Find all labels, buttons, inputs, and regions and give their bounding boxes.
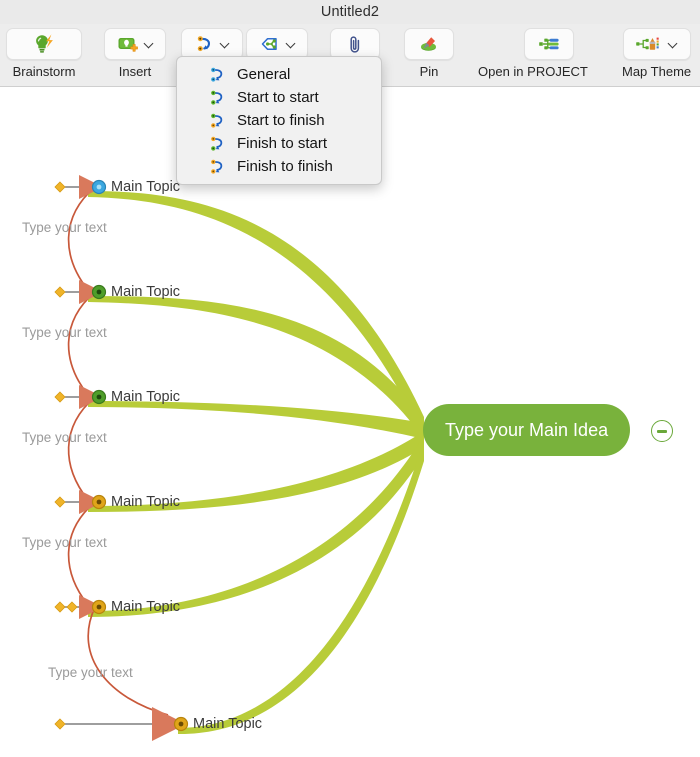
relationship-chevron-down-icon[interactable] bbox=[220, 39, 231, 50]
relationship-label-4[interactable]: Type your text bbox=[22, 535, 107, 550]
toolbar-item-map-theme: Map Theme bbox=[622, 28, 691, 79]
collapse-button[interactable] bbox=[651, 420, 673, 442]
relationship-curve-group bbox=[67, 186, 169, 716]
relationship-connector-group bbox=[54, 175, 186, 741]
relationship-start-to-finish-icon bbox=[207, 112, 227, 130]
relationship-type-menu: General Start to start Start to finish F… bbox=[176, 56, 382, 185]
toolbar-item-pin: Pin bbox=[404, 28, 454, 79]
pin-label: Pin bbox=[419, 64, 439, 79]
topic-node-3[interactable]: Main Topic bbox=[107, 387, 180, 407]
central-idea-label: Type your Main Idea bbox=[445, 419, 609, 440]
pin-icon bbox=[417, 32, 441, 56]
boundary-icon bbox=[258, 32, 282, 56]
brainstorm-button[interactable] bbox=[6, 28, 82, 60]
menu-item-label: General bbox=[237, 66, 291, 83]
menu-item-general[interactable]: General bbox=[177, 63, 381, 86]
topic-label: Main Topic bbox=[111, 284, 181, 300]
brainstorm-label: Brainstorm bbox=[12, 64, 76, 79]
toolbar-item-insert: Insert bbox=[104, 28, 166, 79]
topic-label: Main Topic bbox=[111, 389, 181, 405]
topic-label: Main Topic bbox=[193, 716, 263, 732]
map-theme-icon bbox=[634, 32, 664, 56]
menu-item-start-to-finish[interactable]: Start to finish bbox=[177, 109, 381, 132]
relationship-finish-to-start-icon bbox=[207, 135, 227, 153]
insert-chevron-down-icon[interactable] bbox=[144, 39, 155, 50]
minus-icon bbox=[657, 429, 667, 433]
map-theme-label: Map Theme bbox=[622, 64, 692, 79]
mindmap-window: Untitled2 Brainstorm Insert Pin Open in … bbox=[0, 0, 700, 757]
map-theme-button[interactable] bbox=[622, 28, 691, 60]
relationship-label-2[interactable]: Type your text bbox=[22, 325, 107, 340]
topic-node-1[interactable]: Main Topic bbox=[107, 177, 180, 197]
pin-button[interactable] bbox=[404, 28, 454, 60]
title-bar: Untitled2 bbox=[0, 0, 700, 25]
central-idea-node[interactable]: Type your Main Idea bbox=[423, 404, 631, 456]
topic-label: Main Topic bbox=[111, 599, 181, 615]
menu-item-label: Finish to start bbox=[237, 135, 328, 152]
relationship-icon bbox=[192, 32, 216, 56]
menu-item-label: Start to start bbox=[237, 89, 319, 106]
toolbar-item-open-in-project: Open in PROJECT bbox=[478, 28, 588, 79]
insert-topic-icon bbox=[116, 32, 140, 56]
map-theme-chevron-down-icon[interactable] bbox=[668, 39, 679, 50]
relationship-general-icon bbox=[207, 66, 227, 84]
topic-node-4[interactable]: Main Topic bbox=[107, 492, 180, 512]
gantt-icon bbox=[536, 32, 562, 56]
relationship-finish-to-finish-icon bbox=[207, 158, 227, 176]
menu-item-start-to-start[interactable]: Start to start bbox=[177, 86, 381, 109]
relationship-label-3[interactable]: Type your text bbox=[22, 430, 107, 445]
boundary-chevron-down-icon[interactable] bbox=[286, 39, 297, 50]
menu-item-label: Start to finish bbox=[237, 112, 325, 129]
branch-group bbox=[88, 191, 424, 735]
topic-node-2[interactable]: Main Topic bbox=[107, 282, 180, 302]
menu-item-finish-to-finish[interactable]: Finish to finish bbox=[177, 155, 381, 178]
insert-label: Insert bbox=[118, 64, 152, 79]
relationship-start-to-start-icon bbox=[207, 89, 227, 107]
open-in-project-button[interactable] bbox=[523, 28, 574, 60]
toolbar-item-brainstorm: Brainstorm bbox=[6, 28, 82, 79]
topic-node-5[interactable]: Main Topic bbox=[107, 597, 180, 617]
topic-label: Main Topic bbox=[111, 494, 181, 510]
topic-dot-group bbox=[91, 179, 189, 732]
open-in-project-label: Open in PROJECT bbox=[478, 64, 588, 79]
insert-button[interactable] bbox=[104, 28, 166, 60]
menu-item-label: Finish to finish bbox=[237, 158, 333, 175]
topic-label: Main Topic bbox=[111, 179, 181, 195]
relationship-label-1[interactable]: Type your text bbox=[22, 220, 107, 235]
lightbulb-bolt-icon bbox=[31, 32, 57, 56]
window-title: Untitled2 bbox=[320, 4, 380, 20]
topic-node-6[interactable]: Main Topic bbox=[189, 714, 262, 734]
menu-item-finish-to-start[interactable]: Finish to start bbox=[177, 132, 381, 155]
relationship-label-5[interactable]: Type your text bbox=[48, 665, 133, 680]
paperclip-icon bbox=[345, 32, 365, 56]
mindmap-canvas[interactable]: Main Topic Main Topic Main Topic Main To… bbox=[0, 87, 700, 757]
